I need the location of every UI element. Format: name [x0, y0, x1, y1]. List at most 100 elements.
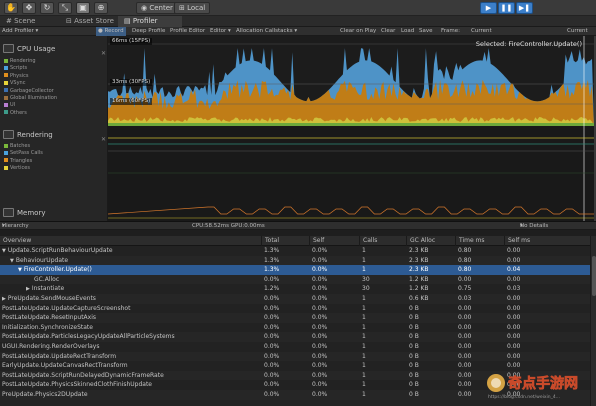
move-icon[interactable]: ✥	[22, 2, 36, 14]
legend-item[interactable]: Physics	[4, 73, 29, 79]
cell-time: 0.00	[458, 304, 472, 312]
cell-calls: 1	[362, 352, 366, 360]
close-icon[interactable]: ✕	[101, 136, 106, 143]
expand-arrow-icon[interactable]: ▼	[18, 267, 22, 273]
col-time-ms[interactable]: Time ms	[455, 236, 504, 246]
legend-item[interactable]: Global Illumination	[4, 95, 57, 101]
editor-dropdown[interactable]: Editor ▾	[210, 27, 231, 36]
step-icon[interactable]: ▶❚	[516, 2, 533, 14]
col-self-ms[interactable]: Self ms	[504, 236, 590, 246]
load-button[interactable]: Load	[401, 27, 414, 36]
cell-selfms: 0.00	[507, 256, 521, 264]
close-icon[interactable]: ✕	[101, 50, 106, 57]
memory-section[interactable]: Memory	[0, 206, 107, 221]
legend-swatch	[4, 110, 8, 115]
cpu-graph[interactable]	[108, 36, 594, 221]
table-row[interactable]: ▶ Instantiate 1.2% 0.0% 30 1.2 KB 0.75 0.03	[0, 284, 590, 294]
cell-time: 0.00	[458, 323, 472, 331]
rect-tool-icon[interactable]: ▣	[76, 2, 90, 14]
cell-time: 0.00	[458, 314, 472, 322]
table-row[interactable]: PostLateUpdate.UpdateCaptureScreenshot 0.…	[0, 304, 590, 314]
table-row[interactable]: PostLateUpdate.ParticlesLegacyUpdateAllP…	[0, 332, 590, 342]
col-overview[interactable]: Overview	[0, 236, 261, 246]
cell-calls: 30	[362, 285, 370, 293]
table-row[interactable]: ▶ PreUpdate.SendMouseEvents 0.0% 0.0% 1 0.6 K…	[0, 294, 590, 304]
legend-item[interactable]: Scripts	[4, 65, 27, 71]
legend-item[interactable]: GarbageCollector	[4, 88, 54, 94]
cell-total: 1.3%	[264, 266, 280, 274]
table-row[interactable]: PostLateUpdate.ResetInputAxis 0.0% 0.0% 1 0 …	[0, 313, 590, 323]
col-total[interactable]: Total	[261, 236, 309, 246]
column-headers: Overview Total Self Calls GC Alloc Time …	[0, 236, 596, 246]
scale-icon[interactable]: ⤡	[58, 2, 72, 14]
play-icon[interactable]: ▶	[480, 2, 497, 14]
legend-item[interactable]: UI	[4, 102, 15, 108]
clear-on-play-button[interactable]: Clear on Play	[340, 27, 376, 36]
tab-asset-store[interactable]: ⊟ Asset Store	[60, 16, 118, 27]
expand-arrow-icon[interactable]: ▶	[26, 286, 30, 292]
cell-gc: 0 B	[409, 304, 419, 312]
row-name: PostLateUpdate.PhysicsSkinnedClothFinish…	[2, 380, 152, 390]
profile-editor-button[interactable]: Profile Editor	[170, 27, 205, 36]
marker-33ms: 33ms (30FPS)	[110, 79, 153, 86]
tab-scene[interactable]: # Scene	[0, 16, 58, 27]
clear-button[interactable]: Clear	[381, 27, 395, 36]
legend-item[interactable]: Batches	[4, 143, 30, 149]
legend-swatch	[4, 65, 8, 70]
cpu-usage-section[interactable]: CPU Usage ✕ Rendering Scripts Physics VSync…	[0, 36, 107, 136]
profiler-graph-area[interactable]: 66ms (15FPS) 33ms (30FPS) 16ms (60FPS) S…	[108, 36, 594, 221]
pivot-center-toggle[interactable]: ◉ Center	[136, 2, 178, 14]
table-row[interactable]: PostLateUpdate.UpdateRectTransform 0.0% 0.…	[0, 351, 590, 362]
table-row[interactable]: UGUI.Rendering.RenderOverlays 0.0% 0.0% 1 0 …	[0, 342, 590, 352]
profiler-toolbar: Add Profiler ▾ ● Record Deep Profile Pro…	[0, 27, 596, 36]
row-label: PostLateUpdate.UpdateCaptureScreenshot	[2, 304, 131, 312]
col-gc-alloc[interactable]: GC Alloc	[406, 236, 455, 246]
legend-item[interactable]: Triangles	[4, 158, 32, 164]
cell-total: 0.0%	[264, 381, 280, 389]
table-row[interactable]: ▼ Update.ScriptRunBehaviourUpdate 1.3% 0.0%…	[0, 246, 590, 256]
expand-arrow-icon[interactable]: ▶	[2, 296, 6, 302]
expand-arrow-icon[interactable]: ▼	[10, 258, 14, 264]
cell-selfms: 0.00	[507, 362, 521, 370]
legend-item[interactable]: VSync	[4, 80, 25, 86]
table-row[interactable]: ▼ FireController.Update() 1.3% 0.0% 1 2.3 KB 0…	[0, 265, 590, 275]
current-button[interactable]: Current	[567, 27, 588, 36]
rotate-icon[interactable]: ↻	[40, 2, 54, 14]
table-row[interactable]: GC.Alloc 0.0% 0.0% 30 1.2 KB 0.00 0.00	[0, 274, 590, 285]
current-frame-label: Current	[471, 28, 492, 34]
save-button[interactable]: Save	[419, 27, 433, 36]
cell-total: 0.0%	[264, 333, 280, 341]
table-row[interactable]: Initialization.SynchronizeState 0.0% 0.0% 1…	[0, 323, 590, 333]
legend-item[interactable]: SetPass Calls	[4, 150, 43, 156]
record-button[interactable]: ● Record	[96, 27, 126, 36]
rendering-section[interactable]: Rendering ✕ Batches SetPass Calls Triangle…	[0, 128, 107, 198]
row-label: EarlyUpdate.UpdateCanvasRectTransform	[2, 362, 128, 370]
marker-66ms: 66ms (15FPS)	[110, 38, 153, 45]
cell-self: 0.0%	[312, 275, 328, 283]
cell-selfms: 0.00	[507, 343, 521, 350]
cell-gc: 0 B	[409, 391, 419, 398]
pause-icon[interactable]: ❚❚	[498, 2, 515, 14]
table-row[interactable]: EarlyUpdate.UpdateCanvasRectTransform 0.0…	[0, 361, 590, 371]
transform-icon[interactable]: ⊕	[94, 2, 108, 14]
row-label: UGUI.Rendering.RenderOverlays	[2, 343, 100, 350]
allocation-callstacks-dropdown[interactable]: Allocation Callstacks ▾	[236, 27, 297, 36]
rendering-icon	[3, 130, 14, 139]
scrollbar-thumb[interactable]	[592, 256, 596, 296]
pivot-local-toggle[interactable]: ⊞ Local	[174, 2, 211, 14]
legend-item[interactable]: Others	[4, 110, 27, 116]
expand-arrow-icon[interactable]: ▼	[2, 248, 6, 254]
legend-item[interactable]: Vertices	[4, 165, 30, 171]
add-profiler-dropdown[interactable]: Add Profiler ▾	[2, 27, 38, 36]
col-calls[interactable]: Calls	[359, 236, 406, 246]
legend-label: Vertices	[10, 165, 30, 172]
legend-swatch	[4, 150, 8, 155]
col-self[interactable]: Self	[309, 236, 359, 246]
legend-label: Batches	[10, 143, 31, 149]
legend-item[interactable]: Rendering	[4, 58, 36, 64]
tab-profiler[interactable]: ▤ Profiler	[118, 16, 182, 27]
hand-icon[interactable]: ✋	[4, 2, 18, 14]
row-label: Instantiate	[31, 285, 65, 293]
table-row[interactable]: ▼ BehaviourUpdate 1.3% 0.0% 1 2.3 KB 0.80 0.00	[0, 255, 590, 266]
deep-profile-button[interactable]: Deep Profile	[132, 27, 165, 36]
